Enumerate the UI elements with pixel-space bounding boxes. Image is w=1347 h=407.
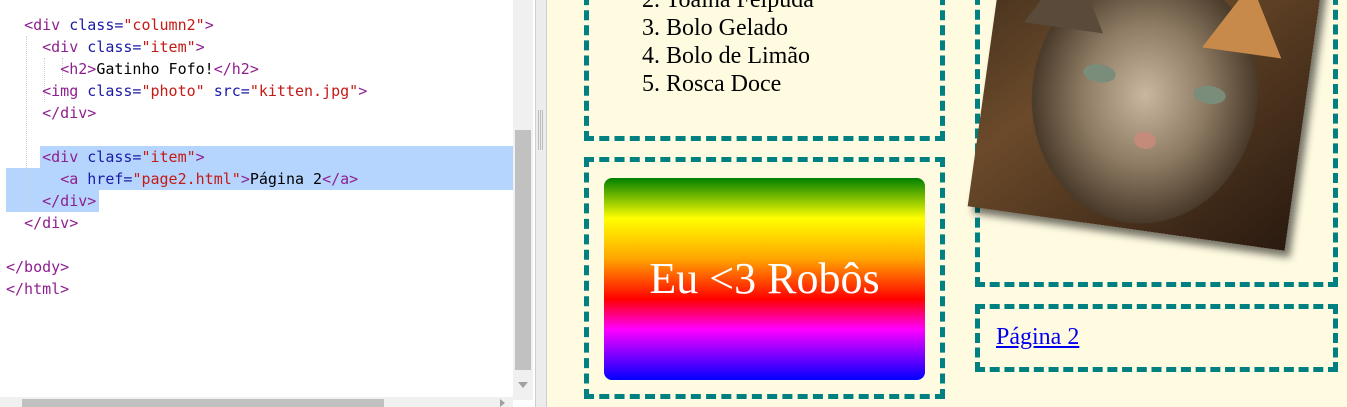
code-token: </a> <box>322 170 359 188</box>
preview-pane: 2. Toalha Felpuda 3. Bolo Gelado 4. Bolo… <box>547 0 1347 407</box>
code-token: </h2> <box>213 60 259 78</box>
kitten-photo <box>967 0 1327 251</box>
code-token: > <box>195 38 205 56</box>
code-line[interactable]: <a href="page2.html">Página 2</a> <box>6 168 358 190</box>
horizontal-scrollbar-thumb[interactable] <box>22 399 384 407</box>
code-token: </html> <box>6 280 70 298</box>
code-token: </div> <box>24 214 79 232</box>
code-token: "item" <box>141 148 196 166</box>
code-token: <div <box>42 148 88 166</box>
code-token: <img <box>42 82 88 100</box>
code-token: </div> <box>42 104 97 122</box>
code-token: <h2> <box>60 60 97 78</box>
vertical-scrollbar[interactable] <box>513 0 533 400</box>
code-token: </div> <box>42 192 97 210</box>
code-line[interactable]: <div class="item"> <box>6 36 205 58</box>
code-line[interactable]: </div> <box>6 102 96 124</box>
page2-link[interactable]: Página 2 <box>996 324 1079 351</box>
code-token: Página 2 <box>249 170 323 188</box>
code-line[interactable]: <div class="column2"> <box>6 14 214 36</box>
code-token: </body> <box>6 258 70 276</box>
code-line[interactable]: <div class="item"> <box>6 146 205 168</box>
code-line[interactable]: <img class="photo" src="kitten.jpg"> <box>6 80 367 102</box>
list-item: 5. Rosca Doce <box>642 71 782 97</box>
code-token: class= <box>69 16 124 34</box>
code-token: "item" <box>141 38 196 56</box>
code-line[interactable]: <h2>Gatinho Fofo!</h2> <box>6 58 259 80</box>
pane-splitter[interactable] <box>535 0 547 407</box>
code-token: <a <box>60 170 88 188</box>
code-token: "column2" <box>123 16 205 34</box>
kitten-ear-left <box>1023 0 1113 34</box>
code-token: "photo" <box>141 82 214 100</box>
code-token: class= <box>87 38 142 56</box>
splitter-grip-icon[interactable] <box>538 110 544 150</box>
code-editor[interactable]: <div class="column2"> <div class="item">… <box>0 0 535 407</box>
list-item: 2. Toalha Felpuda <box>642 0 814 13</box>
code-token: > <box>240 170 250 188</box>
rainbow-text: Eu <3 Robôs <box>649 254 880 303</box>
scroll-down-arrow-icon[interactable] <box>518 382 528 388</box>
scroll-right-arrow-icon[interactable] <box>500 399 505 407</box>
code-token: Gatinho Fofo! <box>96 60 214 78</box>
code-token: > <box>358 82 368 100</box>
code-token: > <box>195 148 205 166</box>
code-token: > <box>204 16 214 34</box>
code-line[interactable]: </div> <box>6 190 96 212</box>
code-token: class= <box>87 82 142 100</box>
list-item: 3. Bolo Gelado <box>642 15 788 41</box>
kitten-ear-right <box>1202 0 1292 59</box>
code-token: src= <box>213 82 250 100</box>
code-token: href= <box>87 170 133 188</box>
code-token: <div <box>42 38 88 56</box>
horizontal-scrollbar[interactable] <box>0 397 513 407</box>
code-token: class= <box>87 148 142 166</box>
dessert-list: 2. Toalha Felpuda 3. Bolo Gelado 4. Bolo… <box>642 0 814 98</box>
code-line[interactable]: </div> <box>6 212 78 234</box>
code-line[interactable]: </body> <box>6 256 69 278</box>
list-item: 4. Bolo de Limão <box>642 43 810 69</box>
code-token: "kitten.jpg" <box>249 82 359 100</box>
vertical-scrollbar-thumb[interactable] <box>515 130 531 370</box>
code-token: <div <box>24 16 70 34</box>
rainbow-banner: Eu <3 Robôs <box>604 178 925 380</box>
code-token: "page2.html" <box>132 170 241 188</box>
code-line[interactable]: </html> <box>6 278 69 300</box>
